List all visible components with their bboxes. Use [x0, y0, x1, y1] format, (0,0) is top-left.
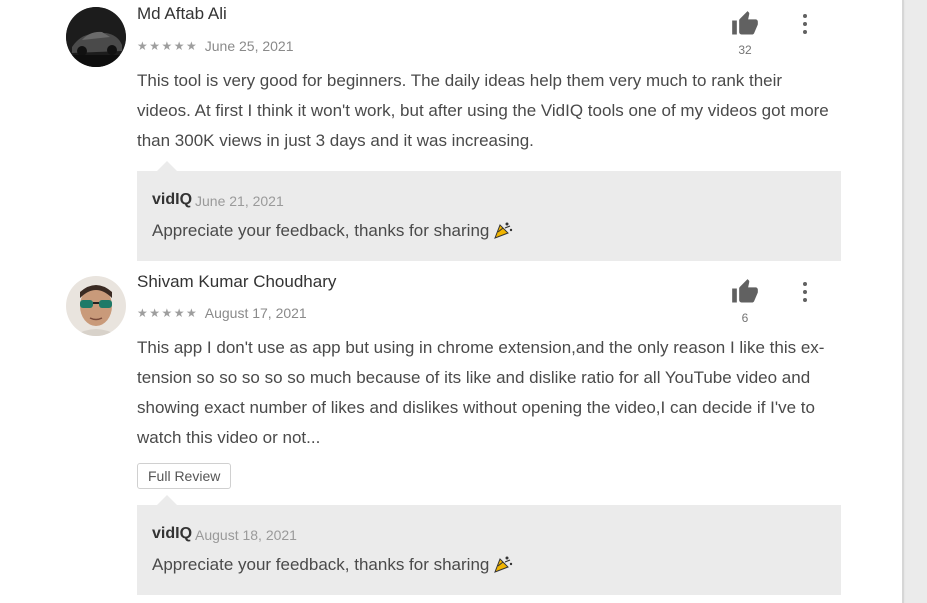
reply-developer-name: vidIQ: [152, 525, 193, 542]
review-text-line: than 300K views in just 3 days and it wa…: [137, 131, 534, 150]
reply-text: Appreciate your feedback, thanks for sha…: [152, 555, 513, 575]
star-rating-icon: ★★★★★: [137, 38, 199, 53]
helpful-count: 6: [741, 311, 749, 325]
review-text-line: watch this video or not...: [137, 428, 321, 447]
review-rating: ★★★★★ August 17, 2021: [137, 304, 307, 321]
reply-caret: [157, 161, 177, 171]
reply-caret: [157, 495, 177, 505]
full-review-button[interactable]: Full Review: [137, 463, 232, 489]
review-text: This app I don't use as app but using in…: [137, 333, 842, 453]
review-text-line: videos. At first I think it won't work, …: [137, 101, 829, 120]
avatar: [66, 7, 126, 67]
reply-text-content: Appreciate your feedback, thanks for sha…: [152, 221, 490, 240]
more-options-icon[interactable]: [794, 279, 816, 305]
developer-reply: vidIQ June 21, 2021 Appreciate your feed…: [137, 161, 841, 261]
review-author: Md Aftab Ali: [137, 4, 227, 23]
star-rating-icon: ★★★★★: [137, 305, 199, 320]
review-date: August 17, 2021: [204, 304, 307, 321]
party-popper-icon: [493, 221, 513, 239]
review-text-line: This app I don't use as app but using in…: [137, 338, 825, 357]
review-date: June 25, 2021: [204, 37, 294, 54]
review-text: This tool is very good for beginners. Th…: [137, 66, 842, 156]
reply-date: June 21, 2021: [195, 193, 284, 209]
review-rating: ★★★★★ June 25, 2021: [137, 37, 294, 54]
reply-date: August 18, 2021: [195, 527, 297, 543]
panel-edge: [902, 0, 904, 603]
review-text-line: This tool is very good for beginners. Th…: [137, 71, 783, 90]
review-text-line: tension so so so so so much because of i…: [137, 368, 811, 387]
helpful-count: 32: [738, 43, 752, 57]
developer-reply: vidIQ August 18, 2021 Appreciate your fe…: [137, 495, 841, 595]
reviews-panel: Md Aftab Ali ★★★★★ June 25, 2021 32 This…: [0, 0, 902, 603]
thumbs-up-icon[interactable]: [730, 10, 760, 38]
reply-developer-name: vidIQ: [152, 191, 193, 208]
reply-text-content: Appreciate your feedback, thanks for sha…: [152, 555, 490, 574]
review-text-line: showing exact number of likes and dislik…: [137, 398, 815, 417]
party-popper-icon: [493, 555, 513, 573]
reply-text: Appreciate your feedback, thanks for sha…: [152, 221, 513, 241]
more-options-icon[interactable]: [794, 11, 816, 37]
avatar: [66, 276, 126, 336]
thumbs-up-icon[interactable]: [730, 278, 760, 306]
review-author: Shivam Kumar Choudhary: [137, 272, 337, 291]
